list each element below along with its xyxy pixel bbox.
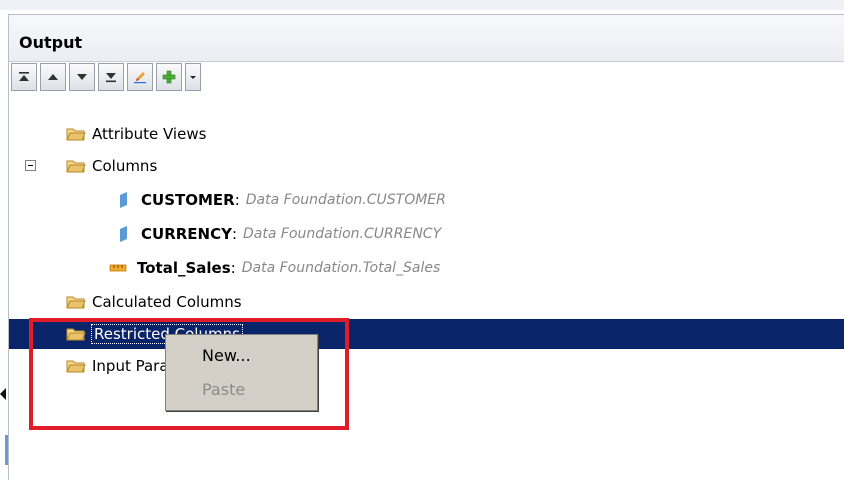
move-up-icon xyxy=(48,74,58,80)
output-panel: Output Attribute Views Columns CUSTOMER … xyxy=(8,14,844,480)
panel-header: Output xyxy=(9,15,844,62)
left-sash[interactable] xyxy=(0,10,8,479)
tree-node-input-parameters[interactable]: Input Parameters xyxy=(9,351,844,381)
dropdown-arrow-icon xyxy=(190,76,196,79)
tree-node-calculated-columns[interactable]: Calculated Columns xyxy=(9,287,844,317)
tree-node-label: Calculated Columns xyxy=(92,293,242,311)
panel-title: Output xyxy=(19,33,83,52)
attribute-column-icon xyxy=(120,192,127,208)
tree-node-attribute-views[interactable]: Attribute Views xyxy=(9,119,844,149)
folder-open-icon xyxy=(66,158,86,174)
add-button[interactable] xyxy=(156,63,182,91)
move-to-bottom-icon xyxy=(106,73,116,83)
folder-open-icon xyxy=(66,326,86,342)
add-dropdown-button[interactable] xyxy=(185,63,201,91)
folder-open-icon xyxy=(66,294,86,310)
column-source: Data Foundation.Total_Sales xyxy=(241,260,441,276)
column-name: Total_Sales xyxy=(137,259,231,277)
collapse-toggle-icon[interactable] xyxy=(25,160,36,171)
column-item-currency[interactable]: CURRENCY: Data Foundation.CURRENCY xyxy=(9,219,844,249)
column-item-customer[interactable]: CUSTOMER: Data Foundation.CUSTOMER xyxy=(9,185,844,215)
move-up-button[interactable] xyxy=(40,63,66,91)
column-name: CUSTOMER xyxy=(141,191,235,209)
column-separator: : xyxy=(231,225,238,243)
toolbar xyxy=(11,63,201,93)
move-to-top-button[interactable] xyxy=(11,63,37,91)
column-source: Data Foundation.CURRENCY xyxy=(243,226,442,242)
column-separator: : xyxy=(234,191,240,209)
move-to-bottom-button[interactable] xyxy=(98,63,124,91)
attribute-column-icon xyxy=(120,226,127,242)
tree-node-label: Attribute Views xyxy=(92,125,207,143)
tree-node-label: Columns xyxy=(92,157,158,175)
collapse-arrow-icon[interactable] xyxy=(0,388,6,400)
top-strip xyxy=(0,0,844,10)
add-plus-icon xyxy=(162,70,176,84)
column-separator: : xyxy=(230,259,236,277)
folder-open-icon xyxy=(66,126,86,142)
column-item-total-sales[interactable]: Total_Sales: Data Foundation.Total_Sales xyxy=(9,253,844,283)
move-down-icon xyxy=(77,74,87,80)
menu-item-new[interactable]: New... xyxy=(202,346,251,365)
tree-node-restricted-columns[interactable]: Restricted Columns xyxy=(9,319,844,349)
move-down-button[interactable] xyxy=(69,63,95,91)
folder-open-icon xyxy=(66,358,86,374)
move-to-top-icon xyxy=(19,72,29,81)
context-menu: New... Paste xyxy=(165,334,318,411)
column-name: CURRENCY xyxy=(141,225,232,243)
menu-item-paste: Paste xyxy=(202,380,246,399)
tree-node-columns[interactable]: Columns xyxy=(9,151,844,181)
edit-button[interactable] xyxy=(127,63,153,91)
column-source: Data Foundation.CUSTOMER xyxy=(245,192,446,208)
edit-pencil-icon xyxy=(134,72,146,84)
measure-column-icon xyxy=(109,264,127,272)
